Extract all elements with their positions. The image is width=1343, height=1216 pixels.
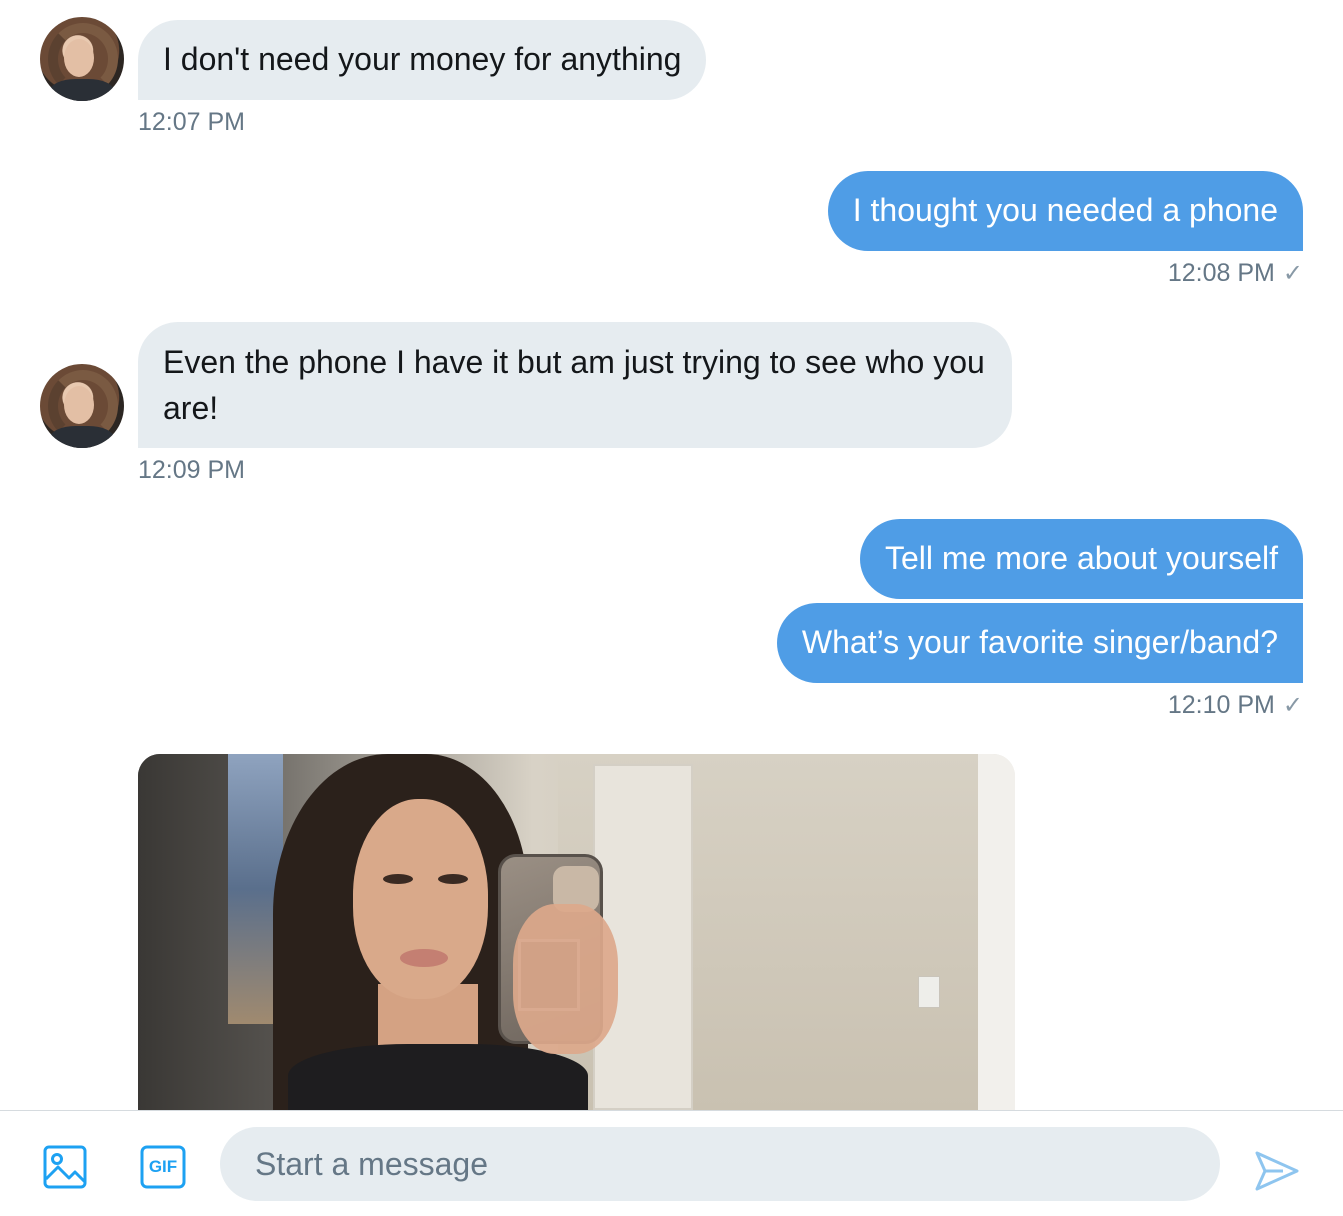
contact-avatar[interactable] (40, 17, 124, 101)
check-icon: ✓ (1282, 692, 1303, 719)
message-timestamp-row: 12:08 PM ✓ (1168, 259, 1303, 288)
message-image[interactable] (138, 754, 1015, 1110)
message-input[interactable] (220, 1127, 1220, 1201)
message-bubble-outgoing[interactable]: What’s your favorite singer/band? (776, 603, 1303, 683)
message-timestamp: 12:10 PM (1167, 691, 1275, 719)
check-icon: ✓ (1282, 260, 1303, 287)
message-timestamp: 12:08 PM (1167, 259, 1275, 287)
message-bubble-outgoing[interactable]: I thought you needed a phone (827, 171, 1303, 251)
gif-label: GIF (148, 1157, 178, 1176)
message-timestamp: 12:09 PM (138, 456, 246, 484)
message-bubble-outgoing[interactable]: Tell me more about yourself (859, 519, 1303, 599)
send-icon[interactable] (1253, 1149, 1301, 1193)
contact-avatar[interactable] (40, 364, 124, 448)
message-bubble-incoming[interactable]: Even the phone I have it but am just try… (138, 322, 1012, 448)
image-icon[interactable] (43, 1145, 87, 1189)
gif-icon[interactable]: GIF (140, 1145, 186, 1189)
message-bubble-incoming[interactable]: I don't need your money for anything (138, 20, 707, 100)
message-timestamp: 12:07 PM (138, 108, 246, 136)
dm-conversation: I don't need your money for anything 12:… (0, 0, 1343, 1216)
composer-bar: GIF (0, 1110, 1343, 1216)
message-timestamp-row: 12:10 PM ✓ (1168, 691, 1303, 720)
